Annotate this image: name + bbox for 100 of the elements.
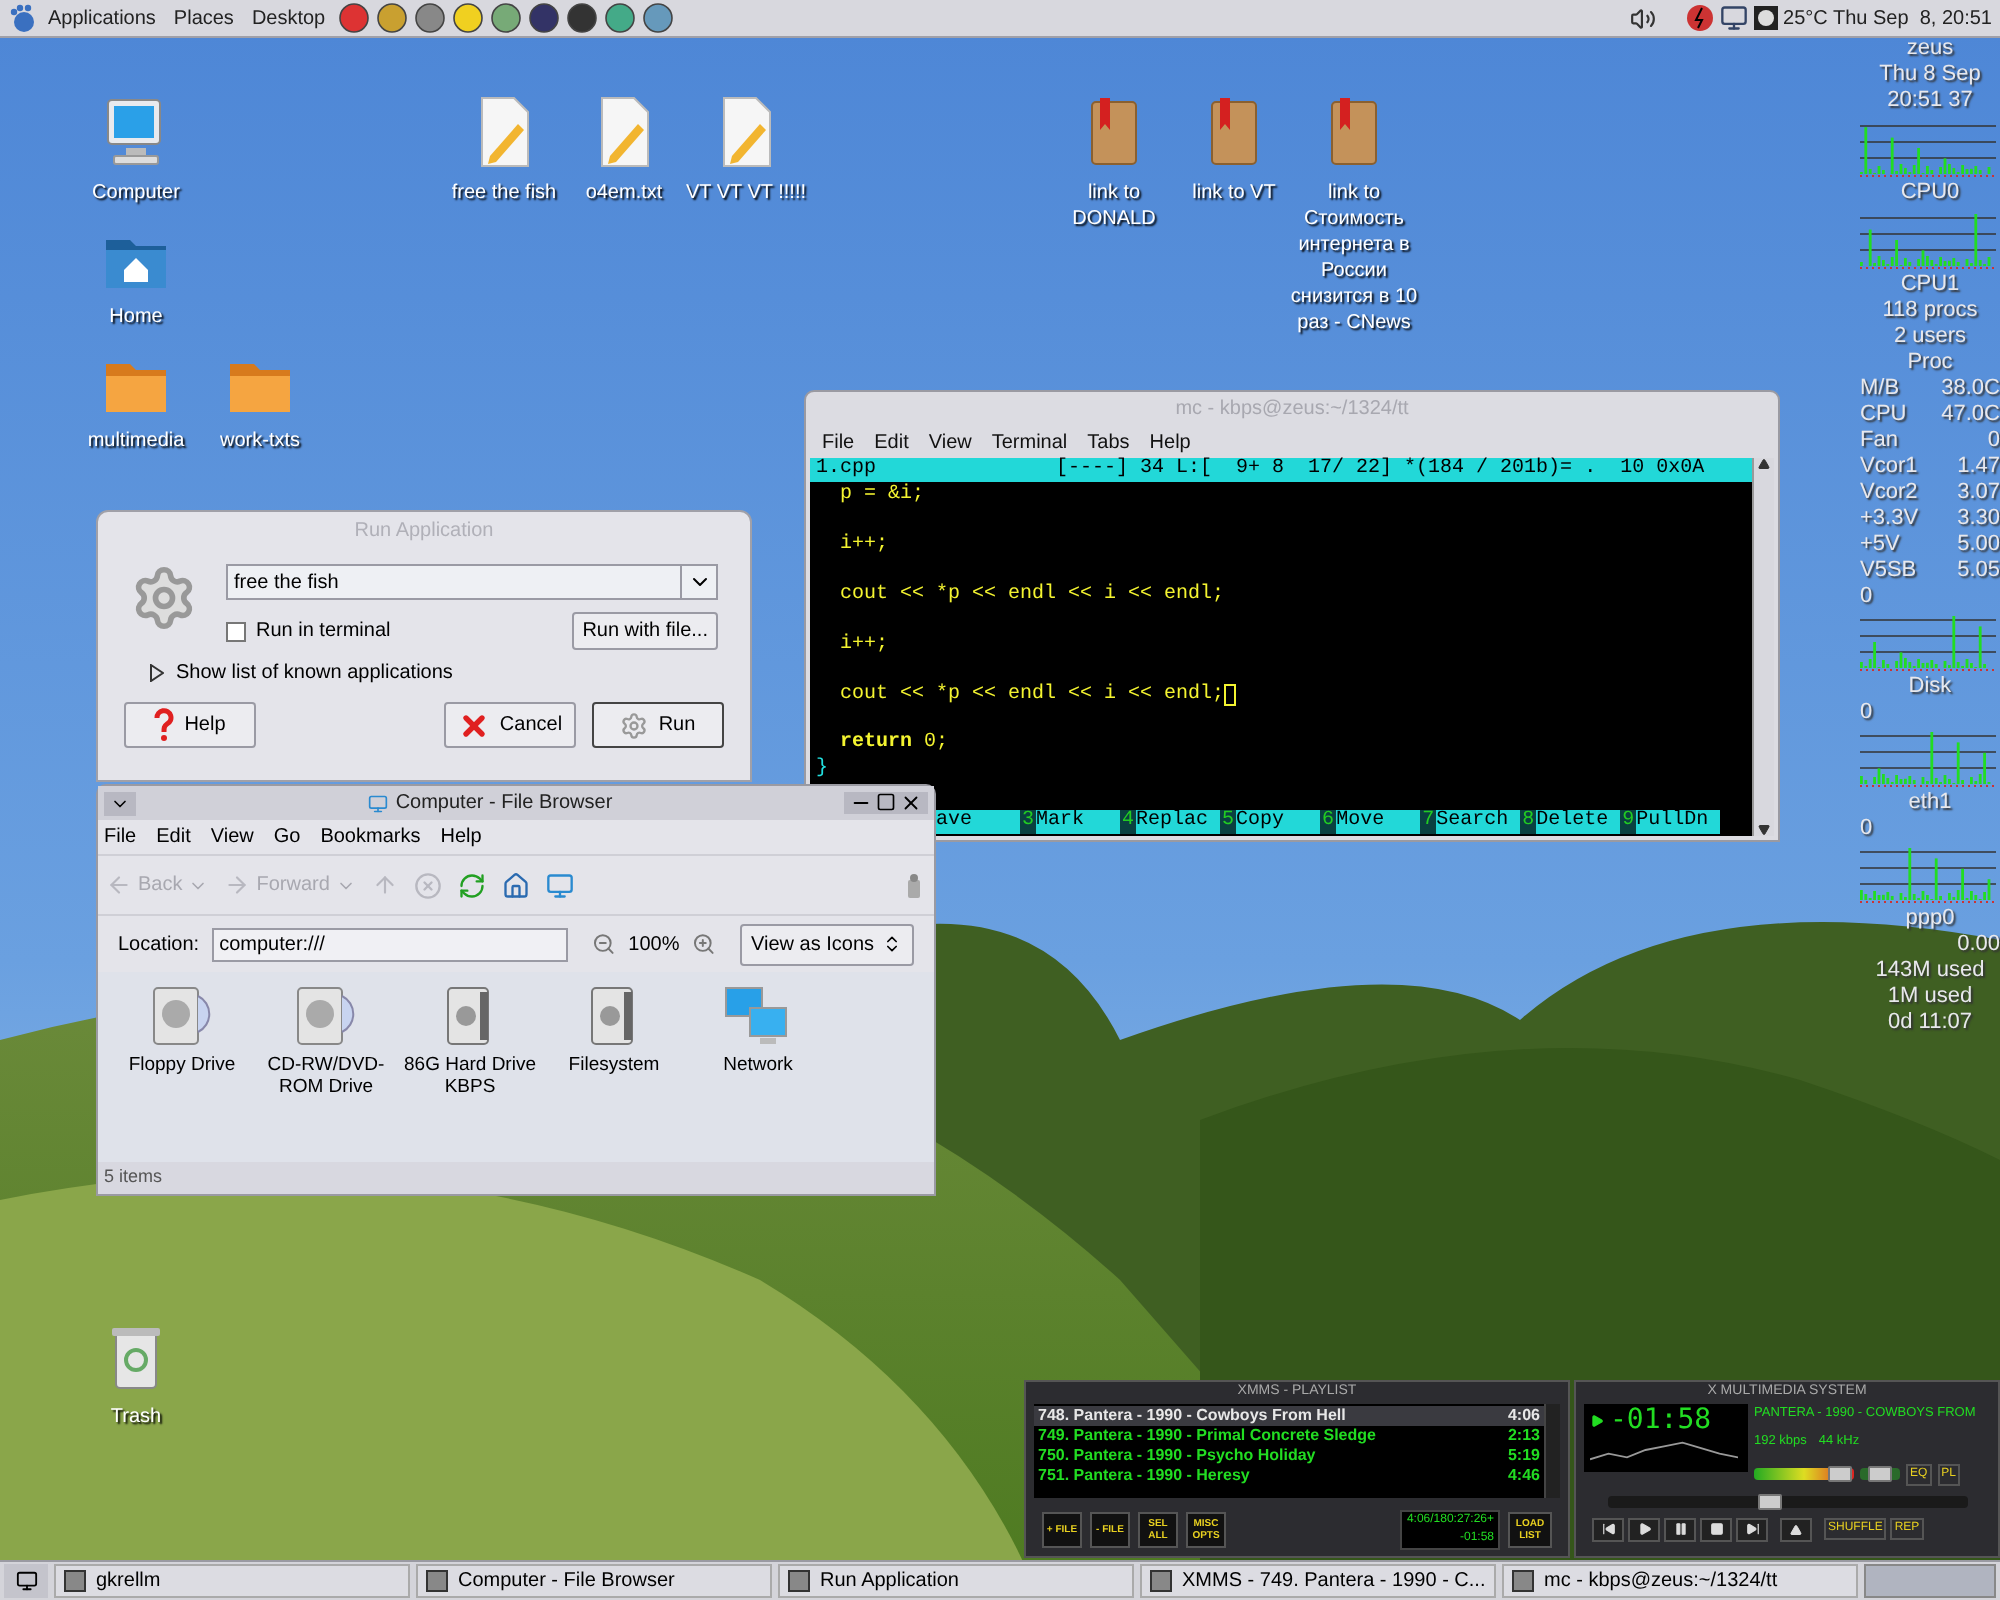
foot-logo-icon[interactable] xyxy=(8,3,36,33)
launcher-icon[interactable] xyxy=(489,2,522,34)
elapsed-time: -01:58 xyxy=(1610,1404,1712,1436)
file-item-label[interactable]: Floppy Drive xyxy=(128,1054,236,1076)
launcher-icon[interactable] xyxy=(527,2,560,34)
zoom-in-icon[interactable] xyxy=(691,932,715,956)
location-label: Location: xyxy=(118,931,200,959)
panel-menu[interactable]: Places xyxy=(167,3,240,33)
menu-item[interactable]: File xyxy=(104,822,137,852)
cancel-icon xyxy=(457,709,490,741)
window-menu-button[interactable] xyxy=(104,791,136,815)
launcher-icon[interactable] xyxy=(413,2,446,34)
cancel-button[interactable]: Cancel xyxy=(444,702,576,748)
help-button[interactable]: Help xyxy=(124,702,256,748)
menu-item[interactable]: Edit xyxy=(874,427,909,457)
file-item-label[interactable]: Network xyxy=(723,1054,793,1076)
run-with-file-button[interactable]: Run with file... xyxy=(572,612,718,650)
workspace-switcher[interactable] xyxy=(1864,1564,1996,1598)
volume-icon[interactable] xyxy=(1629,5,1656,31)
menu-item[interactable]: Edit xyxy=(156,822,191,852)
panel-menu[interactable]: Applications xyxy=(42,3,162,33)
icon-label: multimedia xyxy=(87,428,185,454)
eject-button[interactable] xyxy=(1780,1517,1812,1541)
panel-clock[interactable]: 25°C Thu Sep 8, 20:51 xyxy=(1783,3,1992,33)
playing-icon xyxy=(1590,1413,1604,1427)
computer-icon xyxy=(367,793,388,813)
run-button[interactable]: Run xyxy=(592,702,724,748)
function-key[interactable]: Copy xyxy=(1236,809,1321,835)
menu-item[interactable]: View xyxy=(928,427,972,457)
panel-menu[interactable]: Desktop xyxy=(245,3,332,33)
expander-label[interactable]: Show list of known applications xyxy=(176,658,453,688)
launcher-icon[interactable] xyxy=(565,2,598,34)
reload-button[interactable] xyxy=(457,871,486,899)
launcher-icon[interactable] xyxy=(603,2,636,34)
location-field[interactable]: computer:/// xyxy=(211,927,569,961)
taskbar-button[interactable]: gkrellm xyxy=(54,1564,410,1598)
taskbar-button[interactable]: Run Application xyxy=(778,1564,1134,1598)
checkbox[interactable] xyxy=(226,621,246,641)
function-key[interactable]: Mark xyxy=(1036,809,1121,835)
icon-label: Home xyxy=(109,304,163,330)
play-button[interactable] xyxy=(1628,1517,1660,1541)
computer-button[interactable] xyxy=(545,871,574,899)
graph-scale-label: 0 xyxy=(1860,816,1875,840)
function-key[interactable]: Replac xyxy=(1136,809,1221,835)
zoom-level: 100% xyxy=(628,931,680,959)
seek-slider[interactable] xyxy=(1608,1495,1968,1507)
launcher-icon[interactable] xyxy=(451,2,484,34)
slider-thumb[interactable] xyxy=(1827,1466,1851,1482)
function-key[interactable]: Move xyxy=(1336,809,1421,835)
file-item-label[interactable]: CD-RW/DVD-ROM Drive xyxy=(258,1054,394,1098)
menu-item[interactable]: Go xyxy=(273,822,301,852)
balance-slider[interactable] xyxy=(1860,1468,1900,1480)
menu-item[interactable]: Bookmarks xyxy=(320,822,421,852)
sensor-label: V5SB xyxy=(1860,558,1917,582)
icon-label: link to Стоимость интернета в России снизится в 10 раз - CNews xyxy=(1290,180,1418,336)
launcher-icon[interactable] xyxy=(337,2,370,34)
monitor-label: eth1 xyxy=(1906,790,1954,814)
scroll-down-icon[interactable] xyxy=(1758,824,1770,836)
menu-item[interactable]: File xyxy=(822,427,855,457)
sensor-value: 1.47 xyxy=(1957,454,2000,478)
sensor-value: 0 xyxy=(1987,428,2000,452)
close-icon[interactable] xyxy=(900,792,922,814)
next-button[interactable] xyxy=(1736,1517,1768,1541)
playlist-track[interactable]: 748. Pantera - 1990 - Cowboys From Hell 4:06 xyxy=(1034,1406,1544,1426)
view-mode-select[interactable]: View as Icons xyxy=(739,923,915,965)
taskbar-button[interactable]: Computer - File Browser xyxy=(416,1564,772,1598)
power-icon[interactable] xyxy=(1685,4,1714,32)
playlist-track[interactable]: 749. Pantera - 1990 - Primal Concrete Sledge 2:13 xyxy=(1034,1426,1544,1446)
function-key[interactable]: PullDn xyxy=(1636,809,1721,835)
command-field[interactable]: free the fish xyxy=(226,564,718,600)
file-item-label[interactable]: 86G Hard Drive KBPS xyxy=(402,1054,538,1098)
show-desktop-button[interactable] xyxy=(4,1564,48,1598)
volume-slider[interactable] xyxy=(1754,1468,1854,1480)
launcher-icon[interactable] xyxy=(375,2,408,34)
stop-button[interactable] xyxy=(1700,1517,1732,1541)
zoom-out-icon[interactable] xyxy=(592,932,617,956)
home-button[interactable] xyxy=(501,871,530,899)
menu-item[interactable]: Help xyxy=(1149,427,1191,457)
launcher-icon[interactable] xyxy=(641,2,674,34)
menu-item[interactable]: Help xyxy=(440,822,482,852)
pause-button[interactable] xyxy=(1664,1517,1696,1541)
slider-thumb[interactable] xyxy=(1758,1493,1782,1509)
slider-thumb[interactable] xyxy=(1868,1466,1892,1482)
playlist-track[interactable]: 751. Pantera - 1990 - Heresy 4:46 xyxy=(1034,1466,1544,1486)
function-key[interactable]: Delete xyxy=(1536,809,1621,835)
playlist-track[interactable]: 750. Pantera - 1990 - Psycho Holiday 5:19 xyxy=(1034,1446,1544,1466)
function-key[interactable]: ave xyxy=(936,809,1020,835)
taskbar-button[interactable]: mc - kbps@zeus:~/1324/tt xyxy=(1502,1564,1858,1598)
menu-item[interactable]: View xyxy=(210,822,254,852)
window-icon xyxy=(1512,1570,1534,1592)
maximize-icon[interactable] xyxy=(876,792,896,812)
menu-item[interactable]: Terminal xyxy=(991,427,1068,457)
function-key[interactable]: Search xyxy=(1436,809,1521,835)
file-item-label[interactable]: Filesystem xyxy=(568,1054,660,1076)
sensor-label: Vcor1 xyxy=(1860,454,1918,478)
scroll-up-icon[interactable] xyxy=(1758,458,1770,470)
taskbar-button[interactable]: XMMS - 749. Pantera - 1990 - C... xyxy=(1140,1564,1496,1598)
menu-item[interactable]: Tabs xyxy=(1087,427,1130,457)
previous-button[interactable] xyxy=(1592,1517,1624,1541)
expander-arrow-icon[interactable] xyxy=(150,664,164,682)
